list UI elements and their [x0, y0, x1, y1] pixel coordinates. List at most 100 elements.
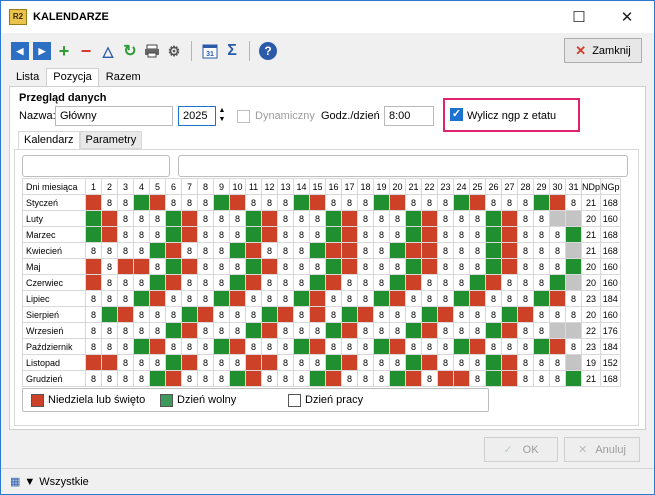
day-cell[interactable] [501, 210, 518, 227]
day-cell[interactable] [261, 354, 278, 371]
dynamic-checkbox[interactable] [237, 110, 250, 123]
day-cell[interactable]: 8 [133, 354, 150, 371]
day-cell[interactable] [501, 242, 518, 259]
day-cell[interactable]: 8 [197, 338, 214, 355]
day-cell[interactable] [533, 194, 550, 211]
day-cell[interactable]: 8 [213, 274, 230, 291]
day-cell[interactable]: 8 [165, 194, 182, 211]
day-cell[interactable]: 8 [133, 242, 150, 259]
calendar-icon[interactable]: 31 [201, 42, 219, 60]
day-cell[interactable]: 8 [117, 338, 134, 355]
day-cell[interactable]: 8 [213, 226, 230, 243]
day-cell[interactable]: 8 [549, 258, 566, 275]
tab-pozycja[interactable]: Pozycja [46, 68, 99, 86]
day-cell[interactable]: 8 [357, 370, 374, 387]
day-cell[interactable] [325, 226, 342, 243]
day-cell[interactable]: 8 [549, 226, 566, 243]
day-cell[interactable]: 8 [309, 322, 326, 339]
day-cell[interactable]: 8 [197, 258, 214, 275]
day-cell[interactable] [389, 194, 406, 211]
day-cell[interactable]: 8 [437, 258, 454, 275]
day-cell[interactable]: 8 [517, 242, 534, 259]
day-cell[interactable]: 8 [341, 194, 358, 211]
name-input[interactable] [55, 106, 173, 126]
day-cell[interactable] [181, 210, 198, 227]
day-cell[interactable] [245, 258, 262, 275]
day-cell[interactable] [469, 338, 486, 355]
help-icon[interactable]: ? [259, 42, 277, 60]
day-cell[interactable]: 8 [341, 370, 358, 387]
day-cell[interactable] [165, 226, 182, 243]
day-cell[interactable]: 8 [549, 242, 566, 259]
day-cell[interactable]: 8 [389, 210, 406, 227]
day-cell[interactable]: 8 [229, 322, 246, 339]
day-cell[interactable]: 8 [261, 194, 278, 211]
day-cell[interactable] [485, 210, 502, 227]
day-cell[interactable] [549, 194, 566, 211]
day-cell[interactable]: 8 [245, 306, 262, 323]
day-cell[interactable] [405, 354, 422, 371]
day-cell[interactable] [325, 274, 342, 291]
day-cell[interactable]: 8 [309, 210, 326, 227]
day-cell[interactable]: 8 [85, 242, 102, 259]
day-cell[interactable] [549, 338, 566, 355]
day-cell[interactable]: 8 [437, 290, 454, 307]
day-cell[interactable]: 8 [197, 290, 214, 307]
ok-button[interactable]: ✓ OK [484, 437, 558, 462]
year-input[interactable] [178, 106, 216, 126]
day-cell[interactable]: 8 [453, 306, 470, 323]
day-cell[interactable] [405, 210, 422, 227]
day-cell[interactable]: 8 [149, 258, 166, 275]
day-cell[interactable]: 8 [469, 354, 486, 371]
day-cell[interactable] [245, 274, 262, 291]
day-cell[interactable] [485, 226, 502, 243]
edit-icon[interactable]: △ [99, 42, 117, 60]
maximize-icon[interactable]: ☐ [556, 1, 602, 33]
day-cell[interactable] [565, 370, 582, 387]
day-cell[interactable] [469, 274, 486, 291]
day-cell[interactable] [485, 242, 502, 259]
day-cell[interactable] [101, 210, 118, 227]
day-cell[interactable] [533, 290, 550, 307]
day-cell[interactable] [501, 370, 518, 387]
day-cell[interactable]: 8 [437, 338, 454, 355]
day-cell[interactable] [357, 306, 374, 323]
sum-icon[interactable]: Σ [223, 42, 241, 60]
day-cell[interactable]: 8 [101, 194, 118, 211]
day-cell[interactable]: 8 [453, 258, 470, 275]
day-cell[interactable]: 8 [469, 242, 486, 259]
day-cell[interactable]: 8 [277, 338, 294, 355]
day-cell[interactable]: 8 [213, 258, 230, 275]
day-cell[interactable] [405, 242, 422, 259]
day-cell[interactable]: 8 [405, 290, 422, 307]
day-cell[interactable]: 8 [181, 370, 198, 387]
day-cell[interactable]: 8 [373, 226, 390, 243]
day-cell[interactable] [293, 290, 310, 307]
day-cell[interactable]: 8 [293, 306, 310, 323]
day-cell[interactable]: 8 [117, 226, 134, 243]
day-cell[interactable]: 8 [517, 338, 534, 355]
day-cell[interactable]: 8 [245, 338, 262, 355]
day-cell[interactable]: 8 [517, 226, 534, 243]
day-cell[interactable]: 8 [389, 226, 406, 243]
filter-icon[interactable]: ▼ [24, 476, 35, 488]
day-cell[interactable] [213, 338, 230, 355]
day-cell[interactable]: 8 [421, 274, 438, 291]
day-cell[interactable] [565, 274, 582, 291]
day-cell[interactable]: 8 [165, 338, 182, 355]
day-cell[interactable]: 8 [517, 290, 534, 307]
day-cell[interactable] [293, 338, 310, 355]
day-cell[interactable] [165, 322, 182, 339]
day-cell[interactable] [389, 290, 406, 307]
delete-icon[interactable]: − [77, 41, 95, 61]
day-cell[interactable] [501, 258, 518, 275]
day-cell[interactable] [245, 226, 262, 243]
day-cell[interactable]: 8 [453, 354, 470, 371]
day-cell[interactable]: 8 [149, 354, 166, 371]
day-cell[interactable]: 8 [437, 274, 454, 291]
hours-input[interactable] [384, 106, 434, 126]
day-cell[interactable]: 8 [533, 210, 550, 227]
day-cell[interactable] [149, 194, 166, 211]
day-cell[interactable]: 8 [437, 242, 454, 259]
day-cell[interactable]: 8 [85, 290, 102, 307]
